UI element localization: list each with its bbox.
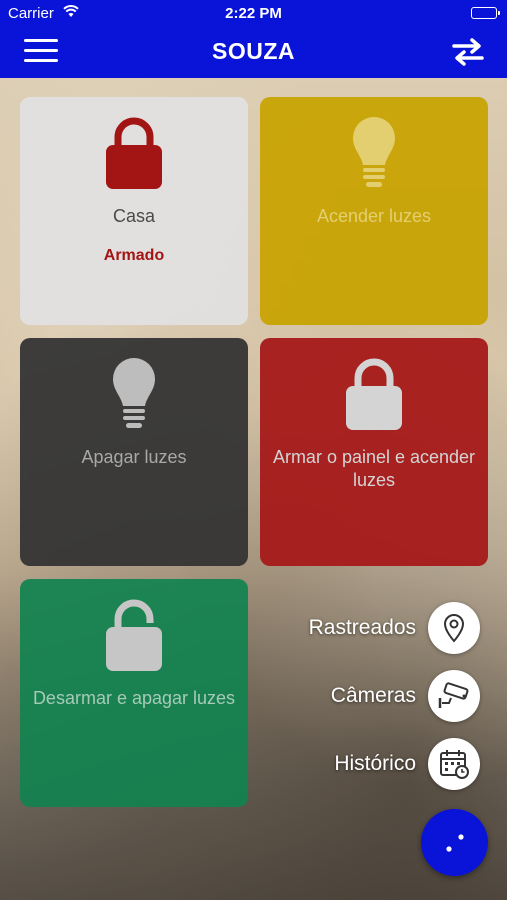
battery-icon — [471, 7, 500, 19]
fab-historico[interactable]: Histórico — [334, 738, 480, 790]
fab-label: Câmeras — [330, 684, 416, 707]
lock-closed-icon — [20, 115, 248, 189]
lightbulb-icon — [20, 356, 248, 430]
lock-closed-icon — [260, 356, 488, 430]
tile-label: Acender luzes — [316, 206, 432, 226]
dots-icon — [445, 833, 464, 852]
tile-casa[interactable]: Casa Armado — [20, 97, 248, 325]
tile-label: Apagar luzes — [81, 447, 187, 467]
fab-main-button[interactable] — [421, 809, 488, 876]
tile-label: Armar o painel e acender luzes — [272, 447, 476, 490]
page-title: SOUZA — [212, 38, 295, 64]
calendar-icon[interactable] — [428, 738, 480, 790]
fab-cameras[interactable]: Câmeras — [331, 670, 480, 722]
status-badge: Armado — [103, 247, 165, 264]
tile-label: Desarmar e apagar luzes — [32, 688, 236, 708]
fab-rastreados[interactable]: Rastreados — [309, 602, 480, 654]
tile-desarmar[interactable]: Desarmar e apagar luzes — [20, 579, 248, 807]
tile-acender-luzes[interactable]: Acender luzes — [260, 97, 488, 325]
swap-arrows-icon[interactable] — [451, 37, 485, 67]
status-bar: Carrier 2:22 PM — [0, 0, 507, 26]
tile-armar-painel[interactable]: Armar o painel e acender luzes — [260, 338, 488, 566]
tile-label: Casa — [112, 206, 156, 226]
lightbulb-icon — [260, 115, 488, 189]
fab-label: Histórico — [334, 752, 416, 775]
fab-label: Rastreados — [308, 616, 416, 639]
map-pin-icon[interactable] — [428, 602, 480, 654]
clock: 2:22 PM — [225, 5, 282, 22]
security-camera-icon[interactable] — [428, 670, 480, 722]
lock-open-icon — [20, 597, 248, 671]
navigation-bar: SOUZA — [0, 26, 507, 78]
tile-apagar-luzes[interactable]: Apagar luzes — [20, 338, 248, 566]
